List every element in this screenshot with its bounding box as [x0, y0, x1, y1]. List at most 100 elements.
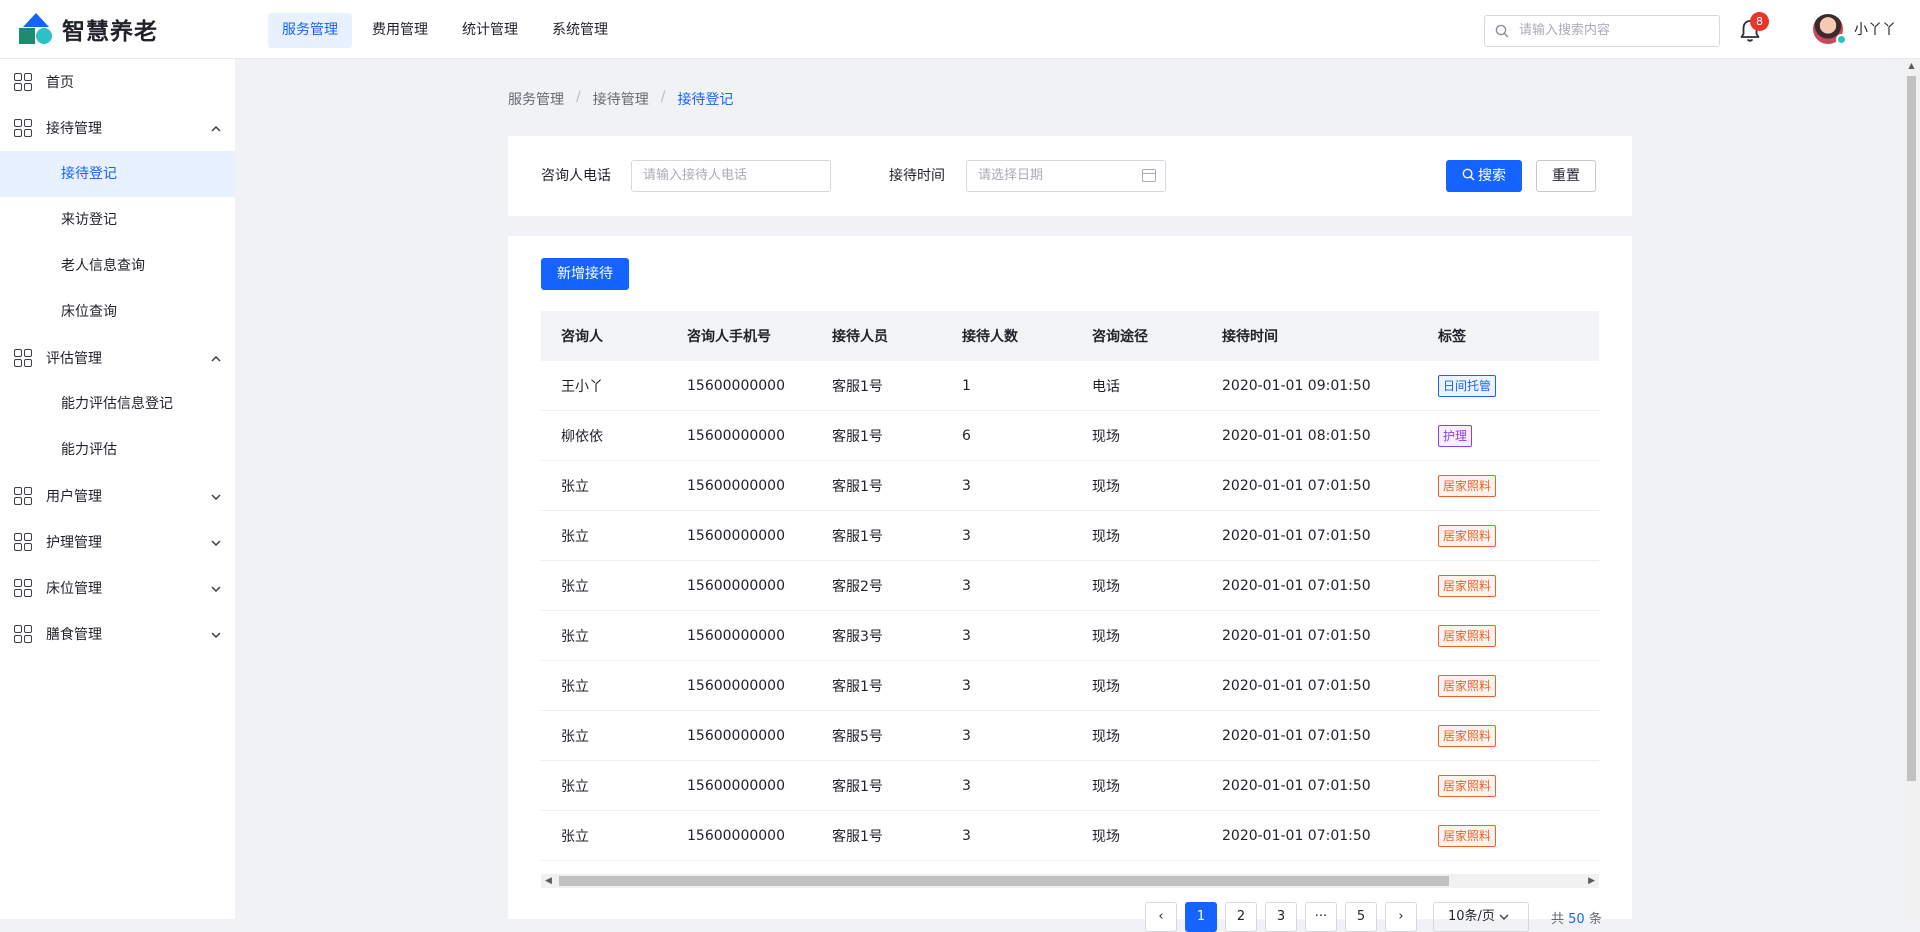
notification-badge: 8 — [1750, 12, 1769, 31]
cell-phone: 15600000000 — [687, 577, 785, 594]
next-page-button[interactable]: › — [1385, 902, 1417, 932]
page-scrollbar[interactable]: ▲ — [1903, 59, 1920, 919]
topnav-item-2[interactable]: 费用管理 — [358, 13, 442, 48]
sidebar-group-3[interactable]: 评估管理 — [0, 335, 235, 381]
cell-staff: 客服1号 — [832, 778, 883, 795]
total-suffix: 条 — [1588, 911, 1602, 927]
cell-tag: 居家照料 — [1438, 524, 1599, 547]
grid-icon — [14, 73, 32, 91]
breadcrumb-item-2[interactable]: 接待管理 — [593, 89, 649, 109]
table-panel: 新增接待 咨询人 咨询人手机号 接待人员 接待人数 咨询途径 接待时间 标签 王小丫 1560… — [508, 236, 1632, 932]
chevron-down-icon[interactable] — [211, 519, 221, 565]
table-row[interactable]: 王小丫 15600000000 客服1号 1 电话 2020-01-01 09:01:50… — [541, 361, 1599, 411]
cell-count: 6 — [962, 427, 971, 444]
page-button-4[interactable]: ··· — [1305, 902, 1337, 932]
chevron-up-icon[interactable] — [211, 335, 221, 381]
status-badge: 居家照料 — [1438, 524, 1497, 547]
chevron-down-icon[interactable] — [211, 611, 221, 657]
add-reception-button[interactable]: 新增接待 — [541, 258, 629, 290]
username[interactable]: 小丫丫 — [1854, 19, 1896, 39]
table-row[interactable]: 张立 15600000000 客服1号 3 现场 2020-01-01 07:01:50 居… — [541, 461, 1599, 511]
cell-name: 张立 — [561, 478, 589, 495]
sidebar-group-1[interactable]: 首页 — [0, 59, 235, 105]
sidebar-group-7[interactable]: 膳食管理 — [0, 611, 235, 657]
cell-name: 张立 — [561, 828, 589, 845]
table-row[interactable]: 张立 15600000000 客服3号 3 现场 2020-01-01 07:01:50 居… — [541, 611, 1599, 661]
cell-channel: 电话 — [1092, 378, 1120, 395]
topnav-item-1[interactable]: 服务管理 — [268, 13, 352, 48]
page-size-select[interactable]: 10条/页 — [1433, 902, 1529, 932]
page-button-1[interactable]: 1 — [1185, 902, 1217, 932]
table-row[interactable]: 张立 15600000000 客服5号 3 现场 2020-01-01 07:01:50 居… — [541, 711, 1599, 761]
scroll-right-icon[interactable]: ▶ — [1588, 874, 1595, 888]
sidebar-item-2-1[interactable]: 接待登记 — [0, 151, 235, 197]
cell-channel: 现场 — [1092, 778, 1120, 795]
cell-tag: 居家照料 — [1438, 574, 1599, 597]
chevron-down-icon[interactable] — [211, 473, 221, 519]
breadcrumb-item-3: 接待登记 — [677, 92, 734, 108]
sidebar-item-2-2[interactable]: 来访登记 — [0, 197, 235, 243]
cell-time: 2020-01-01 07:01:50 — [1222, 727, 1371, 744]
search-input[interactable]: 请输入搜索内容 — [1484, 15, 1720, 47]
page-button-2[interactable]: 2 — [1225, 902, 1257, 932]
scroll-left-icon[interactable]: ◀ — [545, 874, 552, 888]
sidebar-item-3-2[interactable]: 能力评估 — [0, 427, 235, 473]
sidebar-item-3-1[interactable]: 能力评估信息登记 — [0, 381, 235, 427]
page-scroll-thumb[interactable] — [1907, 76, 1916, 781]
chevron-up-icon[interactable] — [211, 105, 221, 151]
phone-filter-input[interactable]: 请输入接待人电话 — [631, 160, 831, 192]
pagination: ‹ 1 2 3 ··· 5 › 10条/页 共 50 条 — [1145, 902, 1602, 932]
cell-name: 张立 — [561, 528, 589, 545]
topnav-item-3[interactable]: 统计管理 — [448, 13, 532, 48]
cell-tag: 日间托管 — [1438, 374, 1599, 397]
topnav-item-4[interactable]: 系统管理 — [538, 13, 622, 48]
prev-page-button[interactable]: ‹ — [1145, 902, 1177, 932]
reset-button[interactable]: 重置 — [1536, 160, 1596, 192]
table-row[interactable]: 张立 15600000000 客服1号 3 现场 2020-01-01 07:01:50 居… — [541, 811, 1599, 861]
sidebar-group-6[interactable]: 床位管理 — [0, 565, 235, 611]
status-badge: 居家照料 — [1438, 724, 1497, 747]
cell-staff: 客服5号 — [832, 728, 883, 745]
cell-channel: 现场 — [1092, 828, 1120, 845]
horizontal-scroll-thumb[interactable] — [559, 876, 1449, 886]
date-picker[interactable]: 请选择日期 — [966, 160, 1166, 192]
page-button-5[interactable]: 5 — [1345, 902, 1377, 932]
cell-staff: 客服1号 — [832, 678, 883, 695]
cell-count: 3 — [962, 827, 971, 844]
cell-phone: 15600000000 — [687, 477, 785, 494]
page-button-3[interactable]: 3 — [1265, 902, 1297, 932]
table-row[interactable]: 张立 15600000000 客服1号 3 现场 2020-01-01 07:01:50 居… — [541, 661, 1599, 711]
chevron-down-icon[interactable] — [211, 565, 221, 611]
sidebar-group-5[interactable]: 护理管理 — [0, 519, 235, 565]
grid-icon — [14, 119, 32, 137]
cell-name: 张立 — [561, 778, 589, 795]
sidebar-item-2-4[interactable]: 床位查询 — [0, 289, 235, 335]
cell-staff: 客服1号 — [832, 378, 883, 395]
cell-name: 王小丫 — [561, 378, 603, 395]
cell-tag: 护理 — [1438, 424, 1599, 447]
scroll-up-icon[interactable]: ▲ — [1903, 61, 1920, 70]
cell-count: 3 — [962, 777, 971, 794]
sidebar-group-2[interactable]: 接待管理 — [0, 105, 235, 151]
breadcrumb-item-1[interactable]: 服务管理 — [508, 89, 564, 109]
table-row[interactable]: 张立 15600000000 客服2号 3 现场 2020-01-01 07:01:50 居… — [541, 561, 1599, 611]
cell-time: 2020-01-01 07:01:50 — [1222, 477, 1371, 494]
status-badge: 居家照料 — [1438, 624, 1497, 647]
grid-icon — [14, 487, 32, 505]
search-icon — [1495, 24, 1509, 38]
table-row[interactable]: 张立 15600000000 客服1号 3 现场 2020-01-01 07:01:50 居… — [541, 761, 1599, 811]
status-badge: 日间托管 — [1438, 374, 1497, 397]
search-button[interactable]: 搜索 — [1446, 160, 1522, 192]
app-logo[interactable]: 智慧养老 — [19, 12, 158, 46]
horizontal-scrollbar[interactable]: ◀ ▶ — [541, 874, 1599, 888]
cell-name: 张立 — [561, 578, 589, 595]
sidebar-group-4[interactable]: 用户管理 — [0, 473, 235, 519]
table-row[interactable]: 张立 15600000000 客服1号 3 现场 2020-01-01 07:01:50 居… — [541, 511, 1599, 561]
column-header: 咨询人手机号 — [687, 329, 771, 345]
status-badge: 护理 — [1438, 424, 1473, 447]
table-row[interactable]: 柳依依 15600000000 客服1号 6 现场 2020-01-01 08:01:50… — [541, 411, 1599, 461]
table-header: 咨询人 咨询人手机号 接待人员 接待人数 咨询途径 接待时间 标签 — [541, 311, 1599, 361]
cell-channel: 现场 — [1092, 678, 1120, 695]
sidebar-item-2-3[interactable]: 老人信息查询 — [0, 243, 235, 289]
grid-icon — [14, 579, 32, 597]
